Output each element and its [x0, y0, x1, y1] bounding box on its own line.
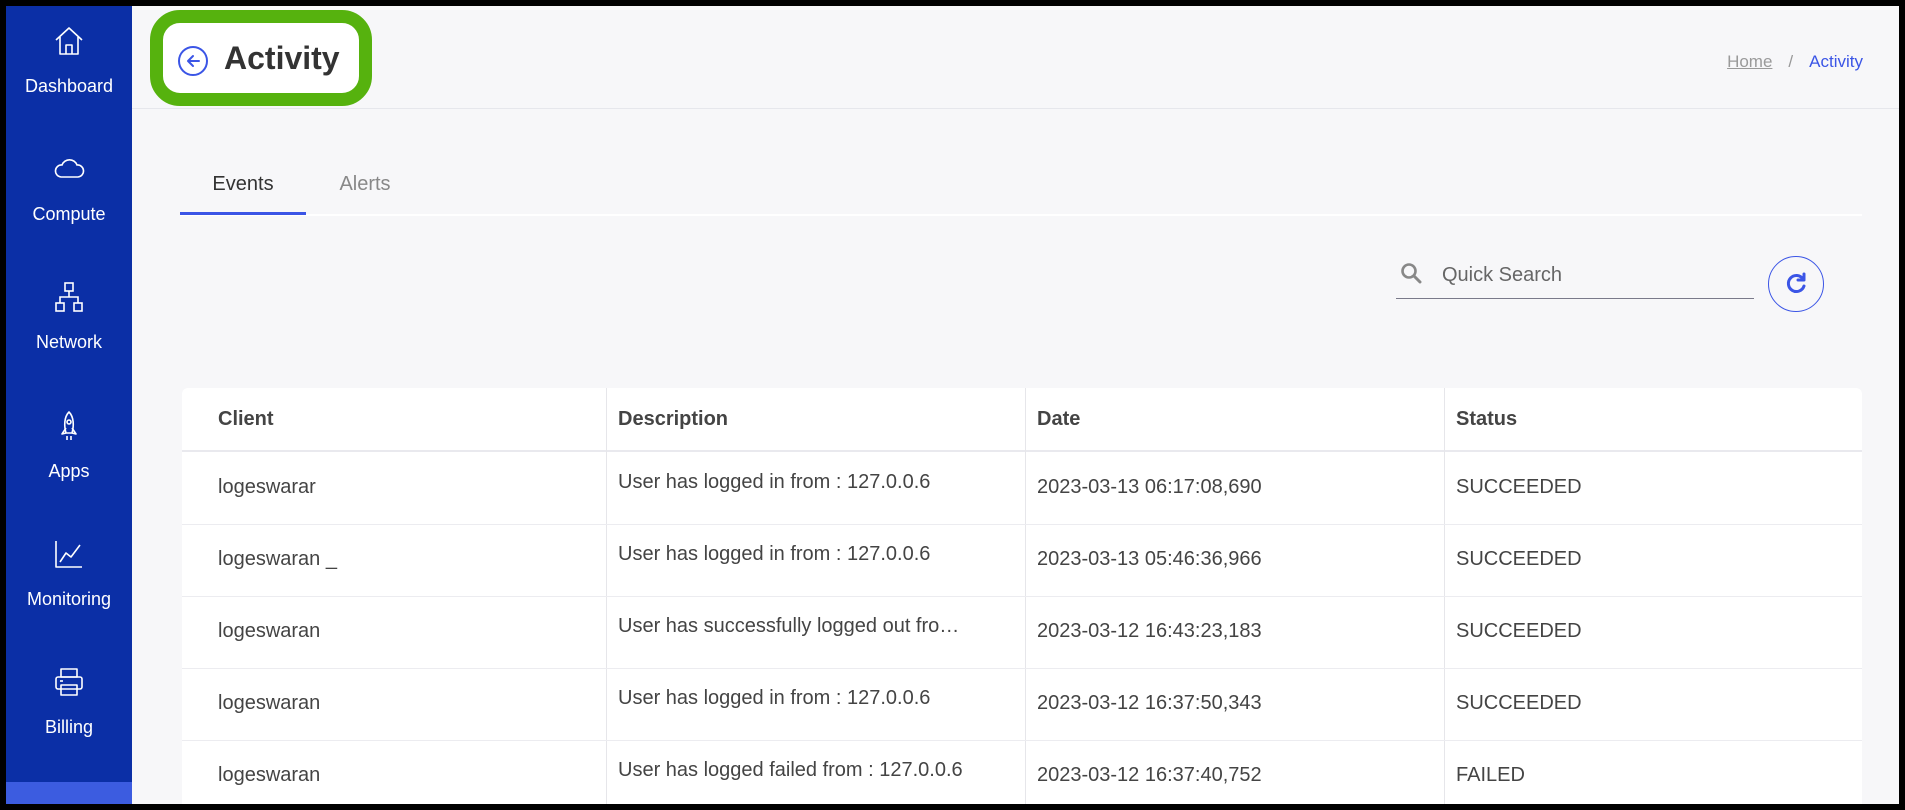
printer-icon [52, 665, 86, 699]
cell-description: User has logged failed from : 127.0.0.6 [618, 759, 963, 781]
sidebar-item-label: Compute [32, 204, 106, 224]
back-button[interactable] [178, 46, 208, 76]
cell-description: User has successfully logged out fro… [618, 615, 960, 637]
cell-date: 2023-03-12 16:43:23,183 [1037, 620, 1262, 642]
chart-icon [52, 537, 86, 571]
sidebar-item-label: Dashboard [24, 76, 114, 96]
cell-status: SUCCEEDED [1456, 692, 1582, 714]
app-frame: Dashboard Compute Network Apps Monitorin… [6, 6, 1899, 804]
sidebar-item-compute[interactable]: Compute [6, 134, 132, 244]
sidebar-item-dashboard[interactable]: Dashboard [6, 6, 132, 116]
cell-description: User has logged in from : 127.0.0.6 [618, 687, 931, 709]
column-header-client[interactable]: Client [218, 388, 274, 450]
refresh-icon [1786, 272, 1806, 293]
page-title: Activity [224, 40, 340, 76]
column-header-description[interactable]: Description [618, 388, 728, 450]
activity-table: Client Description Date Status logeswara… [182, 388, 1862, 804]
sidebar-item-label: Billing [44, 717, 94, 737]
search-input[interactable] [1440, 256, 1744, 294]
arrow-left-icon [187, 55, 200, 67]
column-header-date[interactable]: Date [1037, 388, 1080, 450]
sidebar-item-label: Network [35, 332, 102, 352]
tab-bar: Events Alerts [180, 156, 1862, 216]
sidebar-item-network[interactable]: Network [6, 262, 132, 372]
page-header [132, 6, 1899, 109]
cell-status: SUCCEEDED [1456, 548, 1582, 570]
table-row[interactable]: logeswaran User has logged failed from :… [182, 740, 1862, 804]
cell-status: SUCCEEDED [1456, 620, 1582, 642]
table-header: Client Description Date Status [182, 388, 1862, 452]
table-row[interactable]: logeswaran User has successfully logged … [182, 596, 1862, 669]
cell-client: logeswaran _ [218, 548, 337, 570]
sidebar-item-monitoring[interactable]: Monitoring [6, 519, 132, 629]
table-row[interactable]: logeswarar User has logged in from : 127… [182, 452, 1862, 525]
sidebar-item-billing[interactable]: Billing [6, 647, 132, 757]
breadcrumb: Home / Activity [1727, 52, 1863, 72]
cell-date: 2023-03-13 06:17:08,690 [1037, 476, 1262, 498]
cell-description: User has logged in from : 127.0.0.6 [618, 543, 931, 565]
network-icon [52, 280, 86, 314]
breadcrumb-current: Activity [1809, 52, 1863, 71]
cell-client: logeswarar [218, 476, 316, 498]
rocket-icon [52, 409, 86, 443]
cell-date: 2023-03-12 16:37:50,343 [1037, 692, 1262, 714]
sidebar-item-apps[interactable]: Apps [6, 391, 132, 501]
breadcrumb-separator: / [1788, 52, 1794, 71]
refresh-button[interactable] [1768, 256, 1824, 312]
cell-status: FAILED [1456, 764, 1525, 786]
cell-date: 2023-03-13 05:46:36,966 [1037, 548, 1262, 570]
sidebar-item-label: Monitoring [26, 589, 112, 609]
table-row[interactable]: logeswaran User has logged in from : 127… [182, 668, 1862, 741]
breadcrumb-home-link[interactable]: Home [1727, 52, 1772, 72]
sidebar-item-label: Apps [48, 461, 90, 481]
cell-status: SUCCEEDED [1456, 476, 1582, 498]
sidebar: Dashboard Compute Network Apps Monitorin… [6, 6, 132, 804]
search-box [1396, 250, 1754, 299]
tab-alerts[interactable]: Alerts [320, 156, 410, 212]
cell-date: 2023-03-12 16:37:40,752 [1037, 764, 1262, 786]
home-icon [52, 24, 86, 58]
cell-description: User has logged in from : 127.0.0.6 [618, 471, 931, 493]
table-row[interactable]: logeswaran _ User has logged in from : 1… [182, 524, 1862, 597]
sidebar-item-partial[interactable] [6, 782, 132, 804]
tab-events[interactable]: Events [180, 156, 306, 215]
column-header-status[interactable]: Status [1456, 388, 1517, 450]
cell-client: logeswaran [218, 764, 321, 786]
cloud-icon [52, 152, 86, 186]
cell-client: logeswaran [218, 620, 321, 642]
search-icon [1401, 263, 1422, 284]
cell-client: logeswaran [218, 692, 321, 714]
